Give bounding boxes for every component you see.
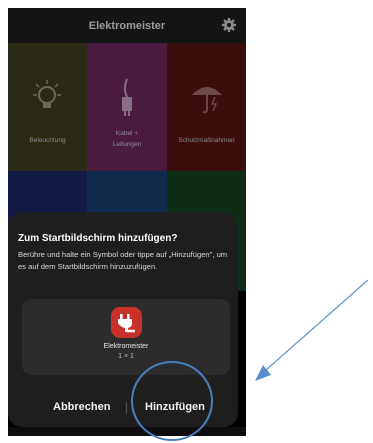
arrow-line (265, 279, 369, 371)
highlight-ellipse (131, 361, 213, 441)
annotation-overlay (131, 279, 369, 441)
